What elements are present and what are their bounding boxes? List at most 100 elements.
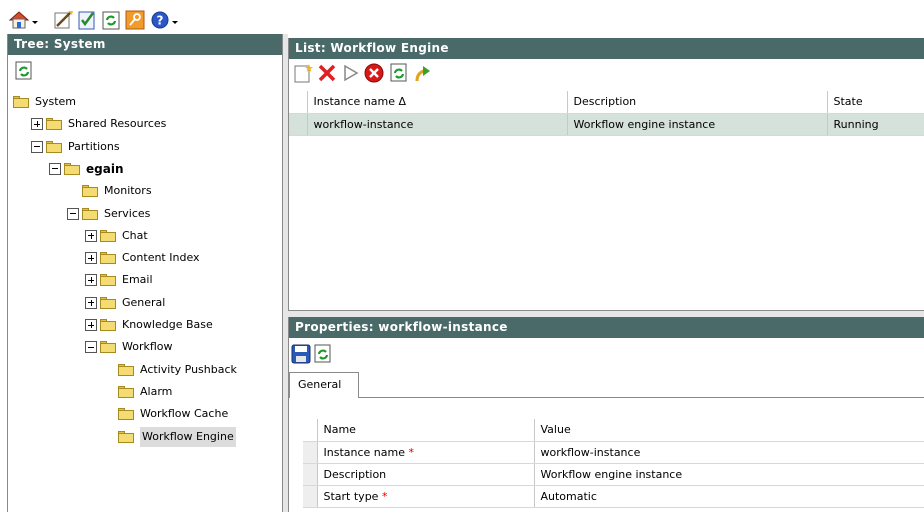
row-gutter xyxy=(303,463,318,486)
property-name-cell: Start type * xyxy=(317,485,535,508)
folder-icon xyxy=(82,207,98,220)
expand-icon[interactable] xyxy=(31,118,43,131)
folder-icon xyxy=(82,185,98,198)
refresh-icon[interactable] xyxy=(100,9,122,31)
tree-item-label: Alarm xyxy=(140,384,173,398)
table-row[interactable]: Description Workflow engine instance xyxy=(303,463,924,486)
table-row[interactable]: Instance name * workflow-instance xyxy=(303,441,924,464)
checklist-icon[interactable] xyxy=(76,9,98,31)
tree-item-label: Workflow Engine xyxy=(140,426,236,447)
tree-item-workflow-engine[interactable]: Workflow Engine xyxy=(8,426,278,447)
expand-icon[interactable] xyxy=(85,229,97,242)
tree-item-content-index[interactable]: Content Index xyxy=(8,248,278,268)
tree-item-label: Chat xyxy=(122,228,148,242)
column-header-description[interactable]: Description xyxy=(567,91,828,114)
column-header-instance-name[interactable]: Instance name Δ xyxy=(307,91,568,114)
refresh-icon[interactable] xyxy=(14,61,34,81)
instance-name-cell[interactable]: workflow-instance xyxy=(307,113,568,136)
row-gutter xyxy=(303,485,318,508)
tree-item-label: Shared Resources xyxy=(68,117,167,131)
tree-item-services[interactable]: Services xyxy=(8,204,278,224)
tree-item-activity-pushback[interactable]: Activity Pushback xyxy=(8,360,278,380)
folder-icon xyxy=(100,319,116,331)
tree-item-workflow-cache[interactable]: Workflow Cache xyxy=(8,404,278,424)
properties-panel-title: Properties: workflow-instance xyxy=(289,317,924,338)
folder-icon xyxy=(100,341,116,354)
home-icon[interactable] xyxy=(8,9,30,31)
tree-item-label: Activity Pushback xyxy=(140,362,237,376)
tab-general[interactable]: General xyxy=(289,372,359,398)
property-name-label: Start type xyxy=(323,489,379,503)
row-gutter xyxy=(303,419,318,442)
property-value-cell[interactable]: workflow-instance xyxy=(534,441,924,464)
collapse-icon[interactable] xyxy=(85,341,97,354)
required-marker: * xyxy=(381,489,388,503)
table-row[interactable]: workflow-instance Workflow engine instan… xyxy=(289,113,924,136)
chevron-down-icon[interactable] xyxy=(31,9,39,31)
tree-item-egain[interactable]: egain xyxy=(8,159,278,179)
folder-icon xyxy=(100,296,116,309)
save-icon[interactable] xyxy=(291,344,311,364)
list-panel-title: List: Workflow Engine xyxy=(289,38,924,59)
delete-icon[interactable] xyxy=(317,63,337,83)
properties-panel: Properties: workflow-instance General Na… xyxy=(288,317,924,512)
table-row[interactable]: Start type * Automatic xyxy=(303,485,924,508)
description-cell[interactable]: Workflow engine instance xyxy=(567,113,828,136)
folder-icon xyxy=(118,408,134,421)
row-gutter xyxy=(289,91,308,114)
required-marker: * xyxy=(408,445,414,459)
expand-icon[interactable] xyxy=(85,252,97,265)
column-header-state[interactable]: State xyxy=(827,91,924,114)
list-panel: List: Workflow Engine Instance name Δ De… xyxy=(288,38,924,310)
column-header-value: Value xyxy=(534,419,924,442)
tree-item-workflow[interactable]: Workflow xyxy=(8,337,278,357)
collapse-icon[interactable] xyxy=(49,162,61,175)
tree-item-label: egain xyxy=(86,161,124,176)
expand-icon[interactable] xyxy=(85,319,97,331)
expand-icon[interactable] xyxy=(85,296,97,309)
tree-item-system[interactable]: System xyxy=(8,92,278,112)
tree-item-partitions[interactable]: Partitions xyxy=(8,137,278,157)
new-icon[interactable] xyxy=(293,63,313,83)
tree-item-knowledge-base[interactable]: Knowledge Base xyxy=(8,315,278,335)
folder-icon xyxy=(64,162,80,175)
tree-item-shared-resources[interactable]: Shared Resources xyxy=(8,114,278,134)
tree-item-label: Services xyxy=(104,206,151,220)
refresh-icon[interactable] xyxy=(313,344,333,364)
row-gutter xyxy=(303,441,318,464)
expand-icon[interactable] xyxy=(85,274,97,287)
tree-item-label: System xyxy=(35,95,77,108)
main-toolbar: ? xyxy=(0,0,924,34)
property-value-cell[interactable]: Workflow engine instance xyxy=(534,463,924,486)
horizontal-splitter[interactable] xyxy=(288,310,924,317)
tree-item-label: Workflow Cache xyxy=(140,407,229,421)
export-icon[interactable] xyxy=(413,63,433,83)
instance-list-table: Instance name Δ Description State workfl… xyxy=(289,91,924,136)
collapse-icon[interactable] xyxy=(67,207,79,220)
property-value-cell[interactable]: Automatic xyxy=(534,485,924,508)
tree-item-email[interactable]: Email xyxy=(8,270,278,290)
chevron-down-icon[interactable] xyxy=(171,9,179,31)
refresh-icon[interactable] xyxy=(389,63,409,83)
folder-icon xyxy=(46,118,62,131)
folder-icon xyxy=(100,252,116,265)
tree-panel: Tree: System System Shared Resources Parti… xyxy=(7,34,283,512)
help-icon[interactable]: ? xyxy=(150,9,170,31)
key-icon[interactable] xyxy=(124,9,146,31)
tree-item-chat[interactable]: Chat xyxy=(8,226,278,246)
folder-icon xyxy=(118,430,134,443)
wizard-icon[interactable] xyxy=(52,9,74,31)
folder-icon xyxy=(13,96,29,108)
tree-item-alarm[interactable]: Alarm xyxy=(8,382,278,402)
tree-item-monitors[interactable]: Monitors xyxy=(8,181,278,201)
start-icon[interactable] xyxy=(341,63,361,83)
tree-item-label: Partitions xyxy=(68,139,120,153)
tab-divider xyxy=(359,397,924,398)
tree-item-general[interactable]: General xyxy=(8,293,278,313)
stop-icon[interactable] xyxy=(364,63,384,83)
state-cell[interactable]: Running xyxy=(827,113,924,136)
property-name-cell: Description xyxy=(317,463,535,486)
collapse-icon[interactable] xyxy=(31,140,43,153)
property-name-cell: Instance name * xyxy=(317,441,535,464)
tree-item-label: Knowledge Base xyxy=(122,318,213,331)
